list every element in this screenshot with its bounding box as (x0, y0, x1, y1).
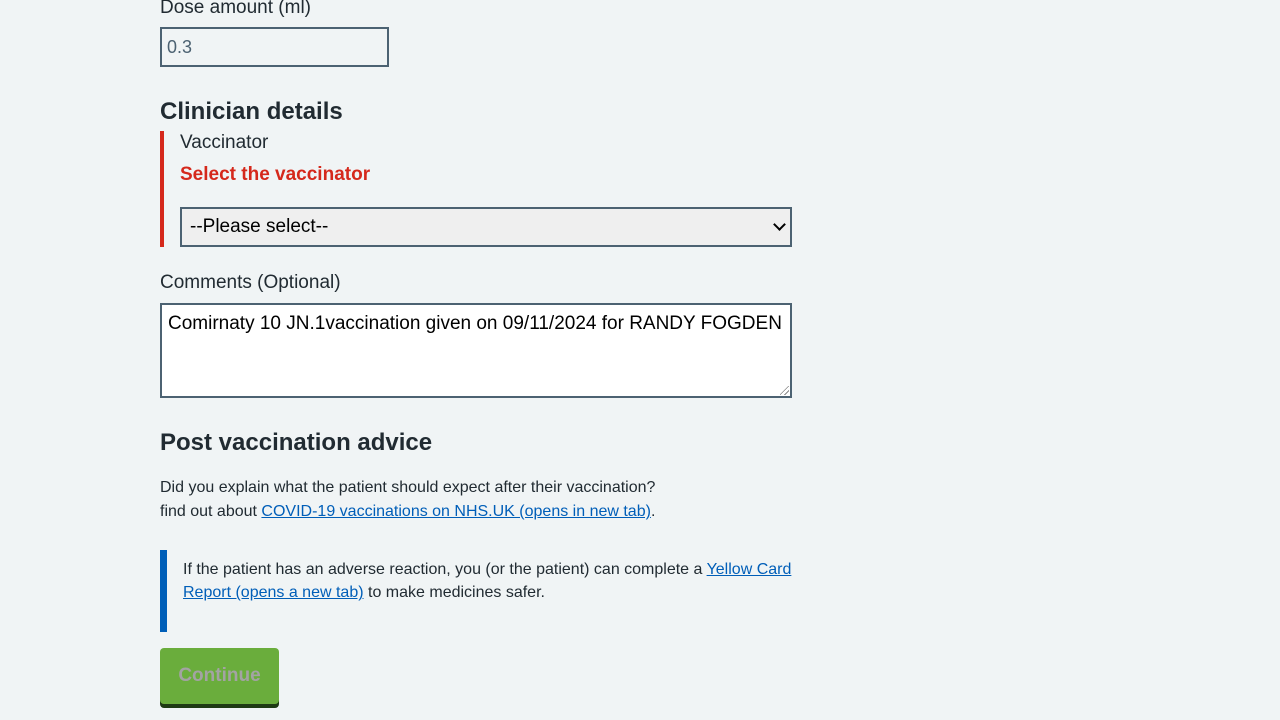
covid-vaccinations-link[interactable]: COVID-19 vaccinations on NHS.UK (opens i… (261, 503, 651, 520)
resize-handle-icon[interactable] (780, 386, 789, 395)
vaccinator-select-value: --Please select-- (190, 216, 329, 237)
continue-button[interactable]: Continue (160, 648, 279, 704)
comments-label: Comments (Optional) (160, 272, 341, 293)
advice-question: Did you explain what the patient should … (160, 479, 656, 496)
post-vaccination-advice-heading: Post vaccination advice (160, 429, 433, 456)
advice-text: Did you explain what the patient should … (160, 476, 800, 524)
chevron-down-icon (773, 218, 786, 231)
vaccinator-select[interactable]: --Please select-- (180, 207, 792, 247)
page: Dose amount (ml) Clinician details Vacci… (0, 0, 1280, 720)
inset-text: If the patient has an adverse reaction, … (183, 558, 793, 604)
dose-amount-label: Dose amount (ml) (160, 0, 311, 18)
find-out-prefix: find out about (160, 503, 262, 520)
inset-text-after: to make medicines safer. (368, 584, 545, 601)
find-out-suffix: . (650, 503, 656, 520)
clinician-details-heading: Clinician details (160, 98, 343, 125)
dose-amount-input[interactable] (160, 27, 389, 67)
inset-text-before: If the patient has an adverse reaction, … (183, 561, 707, 578)
vaccinator-error-message: Select the vaccinator (180, 164, 371, 185)
vaccinator-label: Vaccinator (180, 132, 269, 153)
comments-textarea[interactable]: Comirnaty 10 JN.1vaccination given on 09… (160, 303, 792, 398)
comments-text: Comirnaty 10 JN.1vaccination given on 09… (168, 313, 782, 334)
advice-find-out: find out about COVID-19 vaccinations on … (160, 500, 800, 524)
